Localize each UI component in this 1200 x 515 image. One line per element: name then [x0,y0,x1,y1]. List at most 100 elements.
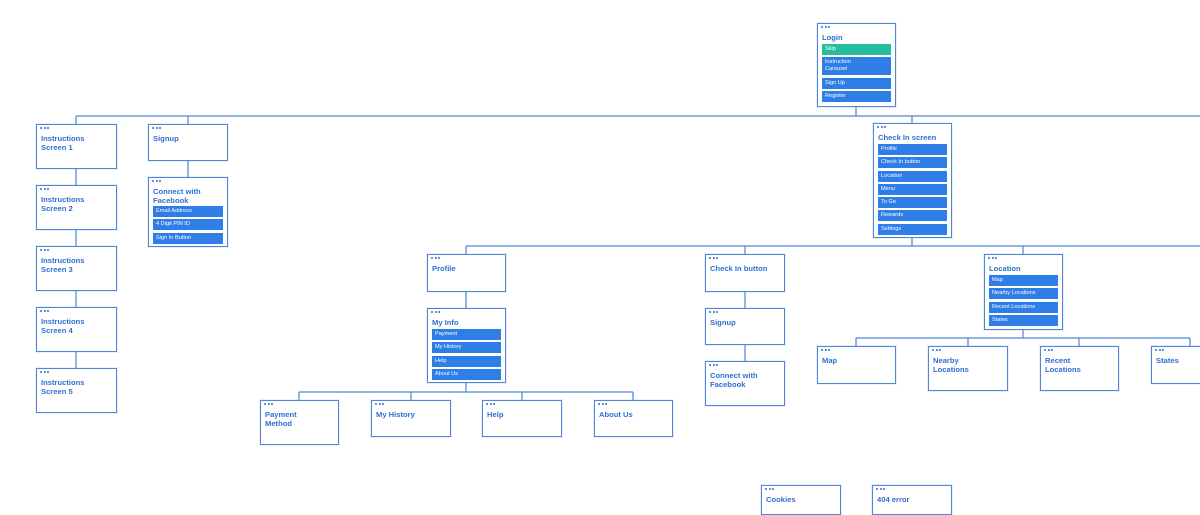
item-to-go[interactable]: To Go [878,197,947,209]
window-dots-icon [152,180,161,184]
item-register[interactable]: Register [822,90,891,102]
item-check-in-button[interactable]: Check In button [878,157,947,169]
item-states[interactable]: States [989,314,1058,326]
check-in-button-card[interactable]: Check In button [705,254,785,292]
window-dots-icon [709,257,718,261]
my-history-card[interactable]: My History [371,400,451,437]
card-title: Recent Locations [1045,356,1081,374]
window-dots-icon [40,371,49,375]
item-my-history[interactable]: My History [432,342,501,354]
card-title: Instructions Screen 1 [41,134,85,152]
window-dots-icon [375,403,384,407]
window-dots-icon [264,403,273,407]
window-dots-icon [40,127,49,131]
instructions-screen-4-card[interactable]: Instructions Screen 4 [36,307,117,352]
item-4-digit-pin-id[interactable]: 4 Digit PIN ID [153,219,223,231]
item-email-address[interactable]: Email Address [153,206,223,217]
item-about-us[interactable]: About Us [432,368,501,380]
about-us-card[interactable]: About Us [594,400,673,437]
item-sign-in-button[interactable]: Sign In Button [153,232,223,244]
card-items: Payment My History Help About Us [432,329,501,382]
window-dots-icon [876,488,885,492]
check-in-signup-card[interactable]: Signup [705,308,785,345]
card-title: Connect with Facebook [153,187,201,205]
item-map[interactable]: Map [989,275,1058,286]
check-in-connect-facebook-card[interactable]: Connect with Facebook [705,361,785,406]
item-menu[interactable]: Menu [878,183,947,195]
window-dots-icon [1044,349,1053,353]
window-dots-icon [40,188,49,192]
card-title: Signup [710,318,736,327]
window-dots-icon [431,311,440,315]
card-title: 404 error [877,495,910,504]
card-title: Payment Method [265,410,297,428]
card-title: Profile [432,264,456,273]
my-info-card[interactable]: My Info Payment My History Help About Us [427,308,506,383]
signup-card[interactable]: Signup [148,124,228,161]
instructions-screen-3-card[interactable]: Instructions Screen 3 [36,246,117,291]
card-title: Help [487,410,504,419]
window-dots-icon [932,349,941,353]
payment-method-card[interactable]: Payment Method [260,400,339,445]
window-dots-icon [486,403,495,407]
card-title: Login [822,33,843,42]
card-title: Instructions Screen 4 [41,317,85,335]
window-dots-icon [821,26,830,30]
check-in-screen-card[interactable]: Check In screen Profile Check In button Loc… [873,123,952,238]
states-card[interactable]: States [1151,346,1200,384]
window-dots-icon [40,249,49,253]
item-recent-locations[interactable]: Recent Locations [989,301,1058,313]
item-skip[interactable]: Skip [822,44,891,55]
recent-locations-card[interactable]: Recent Locations [1040,346,1119,391]
item-rewards[interactable]: Rewards [878,210,947,222]
card-title: Check In button [710,264,768,273]
map-card[interactable]: Map [817,346,896,384]
404-error-card[interactable]: 404 error [872,485,952,515]
cookies-card[interactable]: Cookies [761,485,841,515]
profile-card[interactable]: Profile [427,254,506,292]
card-items: Profile Check In button Location Menu To Go R… [878,144,947,237]
card-title: Location [989,264,1021,273]
card-items: Email Address 4 Digit PIN ID Sign In Butto… [153,206,223,246]
card-title: Instructions Screen 5 [41,378,85,396]
card-title: About Us [599,410,633,419]
item-settings[interactable]: Settings [878,223,947,235]
sitemap-diagram: Login Skip Instruction Carousel Sign Up Regi… [0,0,1200,515]
instructions-screen-5-card[interactable]: Instructions Screen 5 [36,368,117,413]
help-card[interactable]: Help [482,400,562,437]
item-payment[interactable]: Payment [432,329,501,340]
card-title: Instructions Screen 3 [41,256,85,274]
instructions-screen-2-card[interactable]: Instructions Screen 2 [36,185,117,230]
card-title: Connect with Facebook [710,371,758,389]
window-dots-icon [821,349,830,353]
item-sign-up[interactable]: Sign Up [822,77,891,89]
window-dots-icon [988,257,997,261]
item-instruction-carousel[interactable]: Instruction Carousel [822,57,891,76]
card-title: Check In screen [878,133,937,142]
window-dots-icon [1155,349,1164,353]
item-help[interactable]: Help [432,355,501,367]
window-dots-icon [152,127,161,131]
nearby-locations-card[interactable]: Nearby Locations [928,346,1008,391]
location-card[interactable]: Location Map Nearby Locations Recent Locati… [984,254,1063,330]
window-dots-icon [765,488,774,492]
item-nearby-locations[interactable]: Nearby Locations [989,288,1058,300]
card-title: Instructions Screen 2 [41,195,85,213]
window-dots-icon [40,310,49,314]
card-title: Nearby Locations [933,356,969,374]
card-title: My Info [432,318,459,327]
card-title: States [1156,356,1179,365]
item-profile[interactable]: Profile [878,144,947,155]
connect-facebook-card[interactable]: Connect with Facebook Email Address 4 Digi… [148,177,228,247]
login-card[interactable]: Login Skip Instruction Carousel Sign Up Regi… [817,23,896,107]
item-location[interactable]: Location [878,170,947,182]
window-dots-icon [598,403,607,407]
window-dots-icon [709,364,718,368]
instructions-screen-1-card[interactable]: Instructions Screen 1 [36,124,117,169]
window-dots-icon [709,311,718,315]
card-title: Signup [153,134,179,143]
card-title: My History [376,410,415,419]
card-title: Cookies [766,495,796,504]
card-items: Skip Instruction Carousel Sign Up Register [822,44,891,104]
window-dots-icon [431,257,440,261]
